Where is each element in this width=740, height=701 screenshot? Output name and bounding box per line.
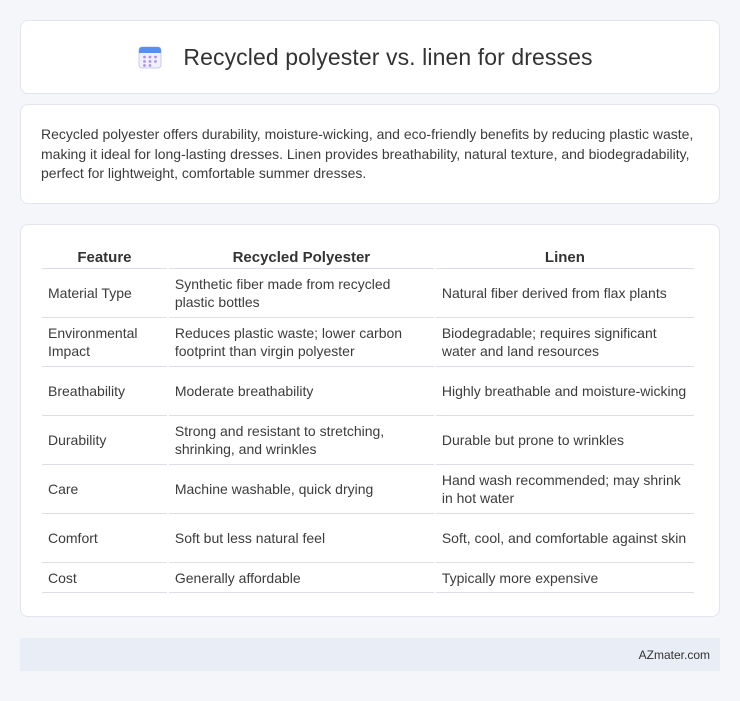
footer: AZmater.com <box>20 638 720 671</box>
linen-cell: Natural fiber derived from flax plants <box>435 269 694 318</box>
polyester-cell: Generally affordable <box>168 563 434 593</box>
intro-card: Recycled polyester offers durability, mo… <box>20 104 720 204</box>
column-header-recycled-polyester: Recycled Polyester <box>168 243 434 269</box>
table-row: Durability Strong and resistant to stret… <box>42 416 694 465</box>
intro-text: Recycled polyester offers durability, mo… <box>41 126 694 181</box>
polyester-cell: Machine washable, quick drying <box>168 465 434 514</box>
polyester-cell: Reduces plastic waste; lower carbon foot… <box>168 318 434 367</box>
feature-cell: Breathability <box>42 367 167 416</box>
table-header-row: Feature Recycled Polyester Linen <box>42 243 694 269</box>
footer-brand: AZmater.com <box>638 647 710 662</box>
linen-cell: Durable but prone to wrinkles <box>435 416 694 465</box>
table-row: Comfort Soft but less natural feel Soft,… <box>42 514 694 563</box>
linen-cell: Hand wash recommended; may shrink in hot… <box>435 465 694 514</box>
linen-cell: Soft, cool, and comfortable against skin <box>435 514 694 563</box>
title-card: Recycled polyester vs. linen for dresses <box>20 20 720 94</box>
table-row: Environmental Impact Reduces plastic was… <box>42 318 694 367</box>
column-header-linen: Linen <box>435 243 694 269</box>
linen-cell: Highly breathable and moisture-wicking <box>435 367 694 416</box>
polyester-cell: Synthetic fiber made from recycled plast… <box>168 269 434 318</box>
calendar-icon <box>138 46 162 69</box>
feature-cell: Environmental Impact <box>42 318 167 367</box>
feature-cell: Cost <box>42 563 167 593</box>
polyester-cell: Moderate breathability <box>168 367 434 416</box>
linen-cell: Typically more expensive <box>435 563 694 593</box>
page-title: Recycled polyester vs. linen for dresses <box>183 43 593 70</box>
feature-cell: Durability <box>42 416 167 465</box>
table-row: Breathability Moderate breathability Hig… <box>42 367 694 416</box>
feature-cell: Material Type <box>42 269 167 318</box>
table-row: Material Type Synthetic fiber made from … <box>42 269 694 318</box>
comparison-card: Feature Recycled Polyester Linen Materia… <box>20 224 720 617</box>
feature-cell: Comfort <box>42 514 167 563</box>
linen-cell: Biodegradable; requires significant wate… <box>435 318 694 367</box>
polyester-cell: Soft but less natural feel <box>168 514 434 563</box>
column-header-feature: Feature <box>42 243 167 269</box>
polyester-cell: Strong and resistant to stretching, shri… <box>168 416 434 465</box>
feature-cell: Care <box>42 465 167 514</box>
table-row: Cost Generally affordable Typically more… <box>42 563 694 593</box>
comparison-table: Feature Recycled Polyester Linen Materia… <box>40 243 696 593</box>
table-row: Care Machine washable, quick drying Hand… <box>42 465 694 514</box>
